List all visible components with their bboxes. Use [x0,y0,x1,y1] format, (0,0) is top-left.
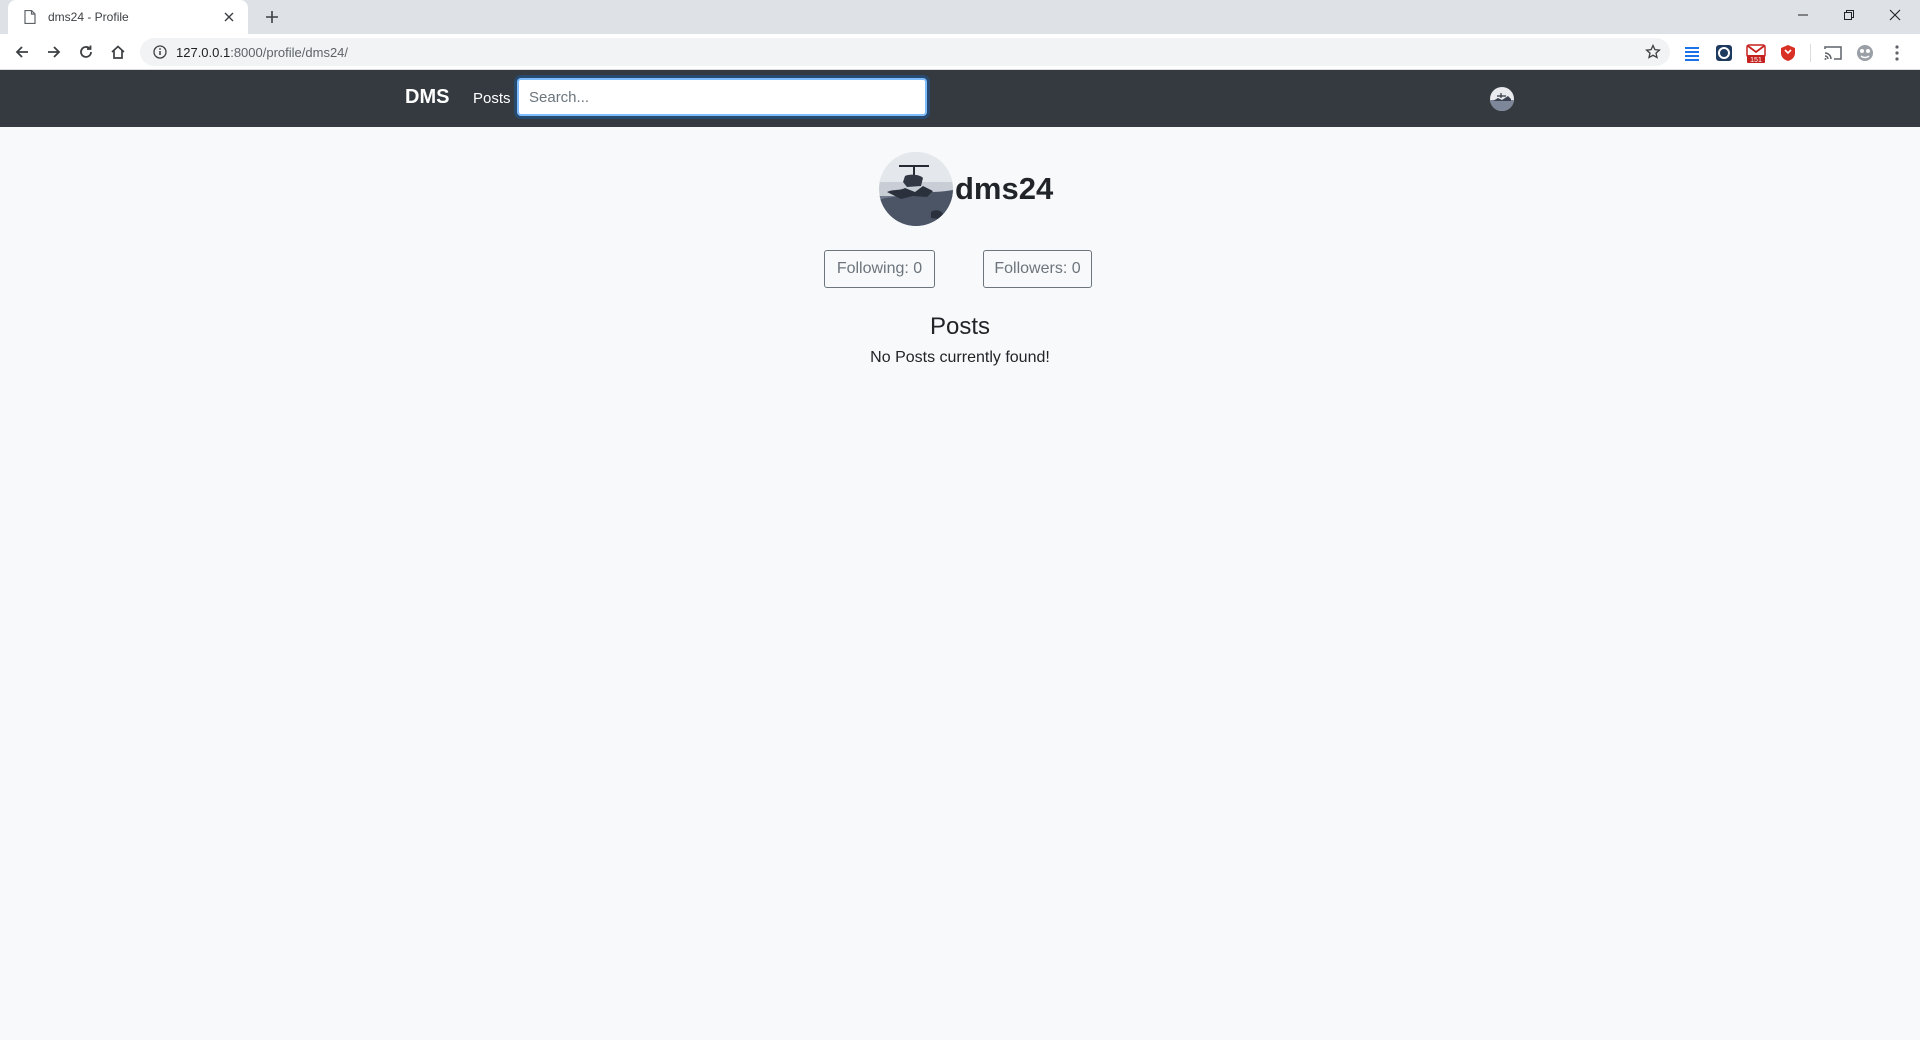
minimize-icon[interactable] [1780,0,1826,30]
following-button[interactable]: Following: 0 [824,250,935,288]
empty-posts-message: No Posts currently found! [870,349,1050,366]
home-icon[interactable] [104,38,132,66]
forward-icon[interactable] [40,38,68,66]
browser-tab-strip: dms24 - Profile [0,0,1920,34]
profile-avatar [879,152,953,226]
browser-tab[interactable]: dms24 - Profile [8,0,248,34]
followers-button[interactable]: Followers: 0 [983,250,1092,288]
extension-shield-icon[interactable] [1714,43,1734,63]
nav-link-posts[interactable]: Posts [473,90,511,107]
close-tab-icon[interactable] [220,8,238,26]
new-tab-icon[interactable] [260,5,284,29]
url-path: :8000/profile/dms24/ [230,44,349,60]
toolbar-divider [1810,44,1811,62]
search-input[interactable] [517,78,927,116]
reload-icon[interactable] [72,38,100,66]
site-info-icon[interactable] [152,44,168,60]
gmail-icon[interactable]: 151 [1746,43,1766,63]
cast-icon[interactable] [1823,43,1843,63]
site-navbar: DMS Posts [0,70,1920,127]
page-icon [22,9,38,25]
profile-username: dms24 [955,171,1054,206]
back-icon[interactable] [8,38,36,66]
user-avatar[interactable] [1490,87,1514,111]
brand-logo[interactable]: DMS [405,86,449,109]
profile-header: dms24 [879,152,1053,226]
browser-menu-icon[interactable] [1887,43,1907,63]
gmail-badge: 151 [1750,57,1762,63]
profile-avatar-icon[interactable] [1855,43,1875,63]
extension-red-shield-icon[interactable] [1778,43,1798,63]
close-window-icon[interactable] [1872,0,1918,30]
restore-icon[interactable] [1826,0,1872,30]
address-bar[interactable]: 127.0.0.1:8000/profile/dms24/ [140,38,1670,66]
extension-stack-icon[interactable] [1682,43,1702,63]
bookmark-star-icon[interactable] [1644,43,1662,61]
url-host: 127.0.0.1 [176,44,231,60]
browser-toolbar: 127.0.0.1:8000/profile/dms24/ 151 [0,34,1920,70]
posts-heading: Posts [929,313,991,340]
tab-title: dms24 - Profile [48,10,129,24]
